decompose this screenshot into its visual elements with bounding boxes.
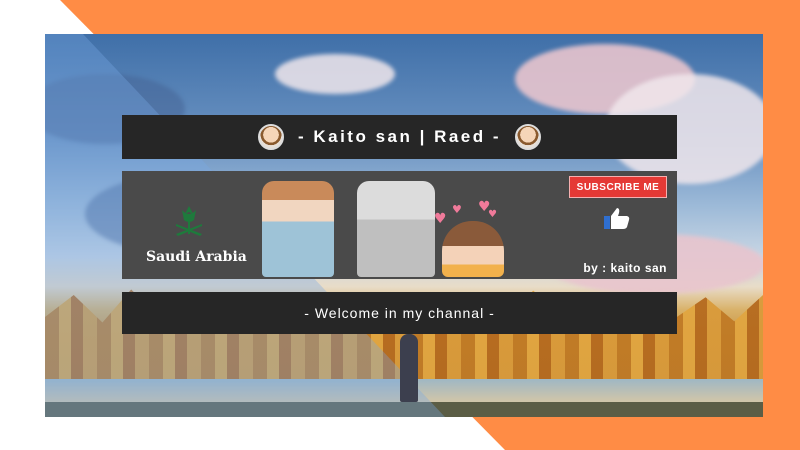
title-strip: - Kaito san | Raed - [122,115,677,159]
characters-strip: Saudi Arabia ♥ ♥ ♥ ♥ SUBSCRIBE ME by : k… [122,171,677,279]
avatar-icon [515,124,542,150]
welcome-message: - Welcome in my channal - [304,305,495,321]
heart-icon: ♥ [434,211,447,227]
avatar-icon [257,124,284,150]
heart-icon: ♥ [488,209,497,220]
cloud [275,54,395,94]
saudi-emblem-icon [176,206,202,236]
chibi-girl-character [442,221,504,277]
channel-title: - Kaito san | Raed - [297,127,502,146]
standing-figure [400,334,418,402]
man-in-thobe-character [357,181,435,277]
welcome-strip: - Welcome in my channal - [122,292,677,334]
subscribe-button[interactable]: SUBSCRIBE ME [569,176,667,198]
anime-girl-character [262,181,334,277]
byline: by : kaito san [583,261,667,275]
thumbs-up-icon[interactable] [604,207,630,229]
country-label: Saudi Arabia [146,249,247,265]
heart-icon: ♥ [452,203,462,216]
